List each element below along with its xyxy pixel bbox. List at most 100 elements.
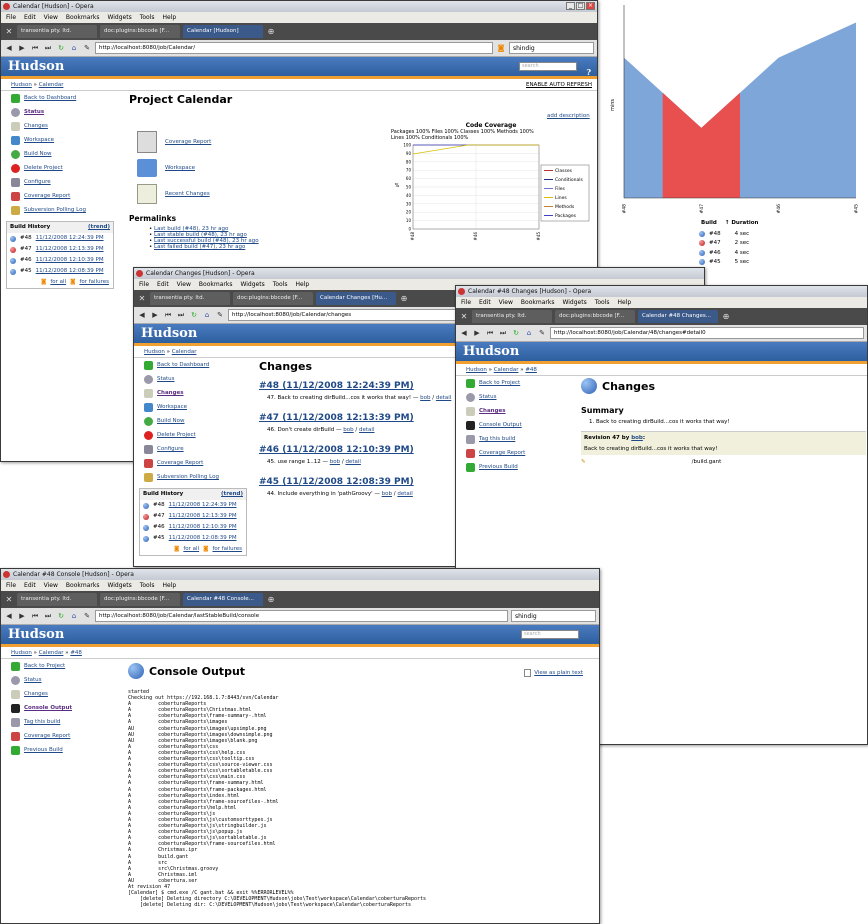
- rewind-icon[interactable]: ⏮: [485, 328, 495, 338]
- fastforward-icon[interactable]: ⏭: [43, 611, 53, 621]
- menu-bookmarks[interactable]: Bookmarks: [199, 279, 233, 290]
- wand-icon[interactable]: ✎: [82, 43, 92, 53]
- sidebar-status[interactable]: Status: [24, 673, 42, 687]
- build-link[interactable]: 11/12/2008 12:24:39 PM: [169, 500, 237, 511]
- workspace-link[interactable]: Workspace: [165, 165, 195, 171]
- sidebar-polling-log[interactable]: Subversion Polling Log: [24, 203, 86, 217]
- rss-failures-link[interactable]: for failures: [79, 277, 109, 288]
- home-icon[interactable]: ⌂: [69, 611, 79, 621]
- hudson-logo[interactable]: Hudson: [141, 326, 197, 341]
- detail-link[interactable]: detail: [436, 395, 451, 401]
- build-number[interactable]: #48: [709, 231, 721, 237]
- forward-icon[interactable]: ▶: [17, 43, 27, 53]
- sidebar-changes[interactable]: Changes: [24, 687, 48, 701]
- tools-icon[interactable]: ✕: [137, 294, 147, 303]
- breadcrumb-hudson[interactable]: Hudson: [466, 367, 487, 373]
- user-link[interactable]: bob: [631, 435, 643, 441]
- home-icon[interactable]: ⌂: [524, 328, 534, 338]
- search-field[interactable]: shindig: [511, 610, 596, 622]
- tools-icon[interactable]: ✕: [4, 595, 14, 604]
- menu-bookmarks[interactable]: Bookmarks: [66, 12, 100, 23]
- menu-bookmarks[interactable]: Bookmarks: [66, 580, 100, 591]
- tab-bbcode[interactable]: doc:plugins:bbcode [F...: [100, 25, 180, 38]
- rss-all-link[interactable]: for all: [183, 544, 199, 555]
- sidebar-status[interactable]: Status: [479, 390, 497, 404]
- sidebar-workspace[interactable]: Workspace: [24, 133, 54, 147]
- maximize-button[interactable]: □: [576, 2, 585, 10]
- rss-icon[interactable]: ◙: [496, 43, 506, 53]
- breadcrumb-calendar[interactable]: Calendar: [494, 367, 519, 373]
- tab-transentia[interactable]: transentia pty. ltd.: [150, 292, 230, 305]
- back-icon[interactable]: ◀: [4, 43, 14, 53]
- sidebar-build-now[interactable]: Build Now: [24, 147, 52, 161]
- menu-view[interactable]: View: [177, 279, 191, 290]
- breadcrumb-hudson[interactable]: Hudson: [11, 82, 32, 88]
- breadcrumb-hudson[interactable]: Hudson: [144, 349, 165, 355]
- build-link[interactable]: 11/12/2008 12:13:39 PM: [169, 511, 237, 522]
- menu-bookmarks[interactable]: Bookmarks: [521, 297, 555, 308]
- breadcrumb-build[interactable]: #48: [525, 367, 537, 373]
- menu-file[interactable]: File: [6, 12, 16, 23]
- sidebar-changes[interactable]: Changes: [24, 119, 48, 133]
- sidebar-back-to-project[interactable]: Back to Project: [24, 659, 65, 673]
- sidebar-coverage-report[interactable]: Coverage Report: [24, 189, 70, 203]
- fastforward-icon[interactable]: ⏭: [498, 328, 508, 338]
- menu-edit[interactable]: Edit: [24, 12, 36, 23]
- sidebar-tag-build[interactable]: Tag this build: [24, 715, 60, 729]
- reload-icon[interactable]: ↻: [56, 611, 66, 621]
- tab-transentia[interactable]: transentia pty. ltd.: [17, 25, 97, 38]
- hudson-search-input[interactable]: search: [521, 630, 579, 639]
- new-tab-icon[interactable]: ⊕: [266, 27, 276, 36]
- menu-widgets[interactable]: Widgets: [562, 297, 586, 308]
- user-link[interactable]: bob: [343, 427, 353, 433]
- build-link[interactable]: 11/12/2008 12:10:39 PM: [36, 255, 104, 266]
- tab-bbcode[interactable]: doc:plugins:bbcode [F...: [555, 310, 635, 323]
- new-tab-icon[interactable]: ⊕: [721, 312, 731, 321]
- back-icon[interactable]: ◀: [4, 611, 14, 621]
- home-icon[interactable]: ⌂: [69, 43, 79, 53]
- reload-icon[interactable]: ↻: [56, 43, 66, 53]
- forward-icon[interactable]: ▶: [472, 328, 482, 338]
- breadcrumb-calendar[interactable]: Calendar: [172, 349, 197, 355]
- fastforward-icon[interactable]: ⏭: [43, 43, 53, 53]
- menu-tools[interactable]: Tools: [140, 12, 155, 23]
- build-number[interactable]: #46: [709, 250, 721, 256]
- tab-console[interactable]: Calendar #48 Console...: [183, 593, 263, 606]
- user-link[interactable]: bob: [330, 459, 340, 465]
- minimize-button[interactable]: _: [566, 2, 575, 10]
- detail-link[interactable]: detail: [359, 427, 374, 433]
- new-tab-icon[interactable]: ⊕: [266, 595, 276, 604]
- forward-icon[interactable]: ▶: [150, 310, 160, 320]
- menu-widgets[interactable]: Widgets: [107, 580, 131, 591]
- sidebar-polling-log[interactable]: Subversion Polling Log: [157, 470, 219, 484]
- build-link[interactable]: 11/12/2008 12:24:39 PM: [36, 233, 104, 244]
- tab-transentia[interactable]: transentia pty. ltd.: [472, 310, 552, 323]
- rewind-icon[interactable]: ⏮: [30, 43, 40, 53]
- build-link[interactable]: 11/12/2008 12:08:39 PM: [36, 266, 104, 277]
- forward-icon[interactable]: ▶: [17, 611, 27, 621]
- tools-icon[interactable]: ✕: [4, 27, 14, 36]
- sidebar-tag-build[interactable]: Tag this build: [479, 432, 515, 446]
- menu-edit[interactable]: Edit: [157, 279, 169, 290]
- detail-link[interactable]: detail: [397, 491, 412, 497]
- sidebar-workspace[interactable]: Workspace: [157, 400, 187, 414]
- build-link[interactable]: 11/12/2008 12:10:39 PM: [169, 522, 237, 533]
- sidebar-coverage-report[interactable]: Coverage Report: [24, 729, 70, 743]
- close-button[interactable]: ×: [586, 2, 595, 10]
- wand-icon[interactable]: ✎: [215, 310, 225, 320]
- menu-help[interactable]: Help: [296, 279, 310, 290]
- wand-icon[interactable]: ✎: [537, 328, 547, 338]
- hudson-logo[interactable]: Hudson: [8, 59, 64, 74]
- duration-col-duration[interactable]: ↑ Duration: [725, 220, 759, 226]
- sidebar-delete-project[interactable]: Delete Project: [24, 161, 63, 175]
- sidebar-status[interactable]: Status: [157, 372, 175, 386]
- menu-widgets[interactable]: Widgets: [240, 279, 264, 290]
- menu-tools[interactable]: Tools: [273, 279, 288, 290]
- back-icon[interactable]: ◀: [459, 328, 469, 338]
- view-plain-text-link[interactable]: View as plain text: [534, 670, 583, 676]
- menu-view[interactable]: View: [499, 297, 513, 308]
- tab-bbcode[interactable]: doc:plugins:bbcode [F...: [100, 593, 180, 606]
- tab-transentia[interactable]: transentia pty. ltd.: [17, 593, 97, 606]
- add-description-link[interactable]: add description: [547, 113, 590, 119]
- trend-link[interactable]: (trend): [221, 489, 243, 500]
